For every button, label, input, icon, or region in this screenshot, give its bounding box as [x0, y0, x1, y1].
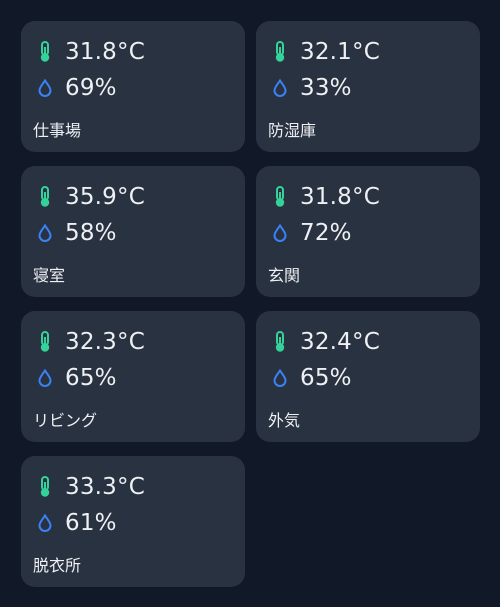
temperature-value: 31.8°C — [65, 39, 145, 65]
room-name: 玄関 — [268, 266, 301, 285]
room-name: 外気 — [268, 411, 301, 430]
room-card-shinshitsu[interactable]: 35.9°C 58% 寝室 — [21, 166, 245, 297]
droplet-icon — [35, 221, 55, 245]
thermometer-icon — [270, 330, 290, 354]
temperature-value: 32.1°C — [300, 39, 380, 65]
thermometer-icon — [35, 40, 55, 64]
thermometer-icon — [35, 330, 55, 354]
thermometer-icon — [35, 185, 55, 209]
humidity-row: 33% — [270, 73, 352, 103]
droplet-icon — [35, 76, 55, 100]
room-card-living[interactable]: 32.3°C 65% リビング — [21, 311, 245, 442]
thermometer-icon — [35, 475, 55, 499]
thermometer-icon — [270, 185, 290, 209]
humidity-value: 61% — [65, 510, 117, 536]
humidity-row: 65% — [35, 363, 117, 393]
room-card-shigotoba[interactable]: 31.8°C 69% 仕事場 — [21, 21, 245, 152]
temperature-row: 33.3°C — [35, 472, 145, 502]
temperature-value: 33.3°C — [65, 474, 145, 500]
temperature-row: 32.4°C — [270, 327, 380, 357]
humidity-value: 65% — [300, 365, 352, 391]
droplet-icon — [270, 221, 290, 245]
sensor-card-grid: 31.8°C 69% 仕事場 32.1°C 33% 防湿庫 35.9°C 58%… — [21, 21, 480, 587]
temperature-row: 32.3°C — [35, 327, 145, 357]
droplet-icon — [35, 366, 55, 390]
temperature-value: 31.8°C — [300, 184, 380, 210]
humidity-row: 72% — [270, 218, 352, 248]
humidity-value: 69% — [65, 75, 117, 101]
humidity-row: 69% — [35, 73, 117, 103]
humidity-row: 61% — [35, 508, 117, 538]
room-card-datsuijo[interactable]: 33.3°C 61% 脱衣所 — [21, 456, 245, 587]
droplet-icon — [270, 366, 290, 390]
temperature-row: 31.8°C — [35, 37, 145, 67]
room-name: 防湿庫 — [268, 121, 317, 140]
room-name: 寝室 — [33, 266, 66, 285]
temperature-value: 32.4°C — [300, 329, 380, 355]
humidity-row: 65% — [270, 363, 352, 393]
room-card-boshitsuko[interactable]: 32.1°C 33% 防湿庫 — [256, 21, 480, 152]
humidity-row: 58% — [35, 218, 117, 248]
room-name: 仕事場 — [33, 121, 82, 140]
temperature-row: 31.8°C — [270, 182, 380, 212]
humidity-value: 33% — [300, 75, 352, 101]
temperature-value: 32.3°C — [65, 329, 145, 355]
humidity-value: 58% — [65, 220, 117, 246]
room-card-genkan[interactable]: 31.8°C 72% 玄関 — [256, 166, 480, 297]
room-name: 脱衣所 — [33, 556, 82, 575]
temperature-row: 32.1°C — [270, 37, 380, 67]
room-name: リビング — [33, 411, 98, 430]
droplet-icon — [270, 76, 290, 100]
humidity-value: 65% — [65, 365, 117, 391]
temperature-row: 35.9°C — [35, 182, 145, 212]
thermometer-icon — [270, 40, 290, 64]
temperature-value: 35.9°C — [65, 184, 145, 210]
room-card-outdoor[interactable]: 32.4°C 65% 外気 — [256, 311, 480, 442]
droplet-icon — [35, 511, 55, 535]
humidity-value: 72% — [300, 220, 352, 246]
